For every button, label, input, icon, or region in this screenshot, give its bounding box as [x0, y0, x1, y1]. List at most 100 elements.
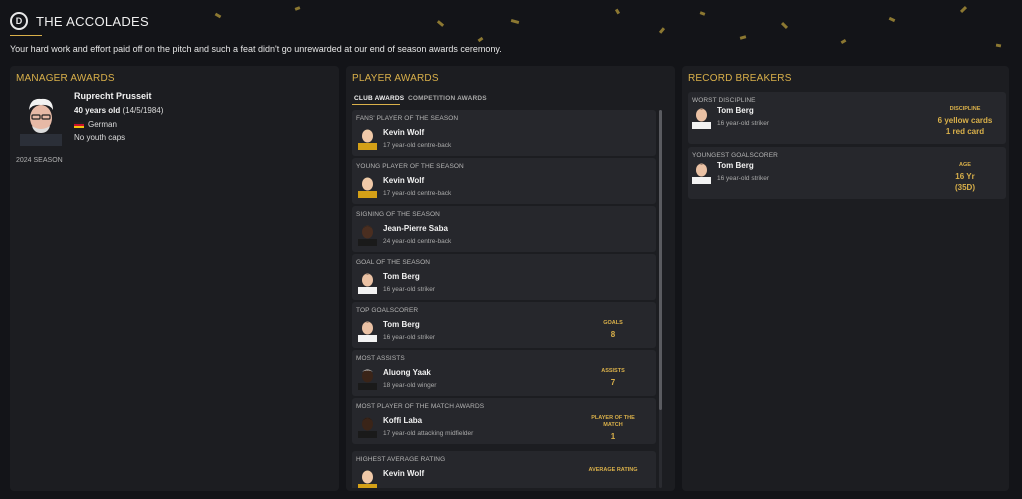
confetti-decoration — [510, 19, 520, 24]
confetti-decoration — [294, 6, 301, 11]
title-underline — [10, 35, 42, 36]
player-face-icon — [358, 321, 377, 342]
award-category: HIGHEST AVERAGE RATING — [356, 456, 446, 463]
germany-flag-icon — [74, 121, 84, 128]
stat-label: ASSISTS — [601, 368, 625, 374]
record-card-worst-discipline[interactable]: WORST DISCIPLINE Tom Berg 16 year-old st… — [688, 92, 1006, 144]
manager-awards-panel: MANAGER AWARDS Ruprecht Prusseit 40 year… — [10, 66, 339, 491]
player-description: 17 year-old centre-back — [383, 190, 452, 197]
manager-nationality: German — [74, 120, 117, 129]
manager-youth-caps: No youth caps — [74, 133, 126, 142]
panel-title: PLAYER AWARDS — [352, 73, 439, 84]
award-card-young-player[interactable]: YOUNG PLAYER OF THE SEASON Kevin Wolf 17… — [352, 158, 656, 204]
player-face-icon — [358, 177, 377, 198]
stat-value: 7 — [610, 378, 616, 387]
manager-nationality-label: German — [88, 120, 117, 129]
player-face-icon — [358, 417, 377, 438]
stat-value: 1 — [610, 432, 616, 441]
player-face-icon — [358, 129, 377, 150]
confetti-decoration — [995, 43, 1002, 48]
player-name[interactable]: Tom Berg — [383, 272, 420, 281]
player-awards-panel: PLAYER AWARDS CLUB AWARDS COMPETITION AW… — [346, 66, 675, 491]
player-description: 18 year-old winger — [383, 382, 437, 389]
stat-label: GOALS — [603, 320, 623, 326]
player-description: 16 year-old striker — [717, 175, 770, 182]
confetti-decoration — [699, 11, 706, 16]
confetti-decoration — [840, 38, 847, 45]
award-card-player-of-match[interactable]: MOST PLAYER OF THE MATCH AWARDS Koffi La… — [352, 398, 656, 444]
player-name[interactable]: Tom Berg — [383, 320, 420, 329]
player-name[interactable]: Jean-Pierre Saba — [383, 224, 448, 233]
player-name[interactable]: Tom Berg — [717, 106, 754, 115]
player-description: 24 year-old centre-back — [383, 238, 452, 245]
player-face-icon — [692, 163, 711, 184]
stat-label: DISCIPLINE — [949, 106, 981, 112]
player-description: 17 year-old attacking midfielder — [383, 430, 474, 437]
player-face-icon — [358, 273, 377, 294]
award-list-scrollbar[interactable] — [659, 110, 662, 488]
active-tab-indicator — [352, 104, 400, 105]
player-name[interactable]: Koffi Laba — [383, 416, 422, 425]
record-category: YOUNGEST GOALSCORER — [692, 152, 778, 159]
confetti-decoration — [214, 12, 222, 19]
record-breakers-panel: RECORD BREAKERS WORST DISCIPLINE Tom Ber… — [682, 66, 1009, 491]
award-card-most-assists[interactable]: MOST ASSISTS Aluong Yaak 18 year-old win… — [352, 350, 656, 396]
stat-value-line2: (35D) — [954, 183, 975, 192]
player-name[interactable]: Kevin Wolf — [383, 469, 424, 478]
confetti-decoration — [739, 35, 747, 40]
confetti-decoration — [959, 5, 968, 14]
player-face-icon — [358, 369, 377, 390]
confetti-decoration — [477, 36, 484, 43]
manager-avatar[interactable] — [20, 96, 62, 146]
panel-title: MANAGER AWARDS — [16, 73, 115, 84]
award-card-signing[interactable]: SIGNING OF THE SEASON Jean-Pierre Saba 2… — [352, 206, 656, 252]
award-category: MOST ASSISTS — [356, 355, 405, 362]
award-category: SIGNING OF THE SEASON — [356, 211, 440, 218]
player-description: 16 year-old striker — [383, 286, 436, 293]
tab-club-awards[interactable]: CLUB AWARDS — [354, 95, 404, 102]
manager-age-years: 40 years old — [74, 106, 121, 115]
award-list[interactable]: FANS' PLAYER OF THE SEASON Kevin Wolf 17… — [352, 110, 656, 488]
confetti-decoration — [436, 20, 445, 27]
award-category: TOP GOALSCORER — [356, 307, 419, 314]
page-title: THE ACCOLADES — [36, 13, 149, 29]
award-card-highest-rating[interactable]: HIGHEST AVERAGE RATING Kevin Wolf AVERAG… — [352, 451, 656, 488]
panel-title: RECORD BREAKERS — [688, 73, 792, 84]
scrollbar-thumb[interactable] — [659, 110, 662, 410]
stat-value-line1: 16 Yr — [955, 172, 975, 181]
award-category: GOAL OF THE SEASON — [356, 259, 431, 266]
tab-competition-awards[interactable]: COMPETITION AWARDS — [408, 95, 487, 102]
page-subtitle: Your hard work and effort paid off on th… — [10, 44, 502, 54]
manager-season-label: 2024 SEASON — [16, 157, 63, 164]
player-name[interactable]: Tom Berg — [717, 161, 754, 170]
player-face-icon — [692, 108, 711, 129]
stat-label: PLAYER OF THE MATCH — [591, 415, 635, 428]
manager-dob: (14/5/1984) — [122, 106, 164, 115]
player-description: 16 year-old striker — [717, 120, 770, 127]
page-header: D THE ACCOLADES — [10, 10, 149, 32]
confetti-decoration — [658, 27, 666, 34]
record-category: WORST DISCIPLINE — [692, 97, 756, 104]
stat-label: AVERAGE RATING — [588, 467, 638, 473]
stat-value-line2: 1 red card — [945, 127, 985, 136]
manager-age: 40 years old (14/5/1984) — [74, 106, 163, 115]
stat-value: 8 — [610, 330, 616, 339]
player-face-icon — [358, 470, 377, 488]
player-name[interactable]: Kevin Wolf — [383, 128, 424, 137]
player-description: 17 year-old centre-back — [383, 142, 452, 149]
confetti-decoration — [888, 16, 896, 23]
stat-value-line1: 6 yellow cards — [937, 116, 993, 125]
record-card-youngest-goalscorer[interactable]: YOUNGEST GOALSCORER Tom Berg 16 year-old… — [688, 147, 1006, 199]
player-face-icon — [358, 225, 377, 246]
player-description: 16 year-old striker — [383, 334, 436, 341]
player-name[interactable]: Aluong Yaak — [383, 368, 431, 377]
stat-label: AGE — [959, 162, 971, 168]
club-logo-icon: D — [10, 12, 28, 30]
player-name[interactable]: Kevin Wolf — [383, 176, 424, 185]
manager-name[interactable]: Ruprecht Prusseit — [74, 91, 152, 101]
award-category: YOUNG PLAYER OF THE SEASON — [356, 163, 464, 170]
award-card-top-goalscorer[interactable]: TOP GOALSCORER Tom Berg 16 year-old stri… — [352, 302, 656, 348]
award-card-fans-player[interactable]: FANS' PLAYER OF THE SEASON Kevin Wolf 17… — [352, 110, 656, 156]
award-card-goal-of-season[interactable]: GOAL OF THE SEASON Tom Berg 16 year-old … — [352, 254, 656, 300]
award-category: FANS' PLAYER OF THE SEASON — [356, 115, 459, 122]
